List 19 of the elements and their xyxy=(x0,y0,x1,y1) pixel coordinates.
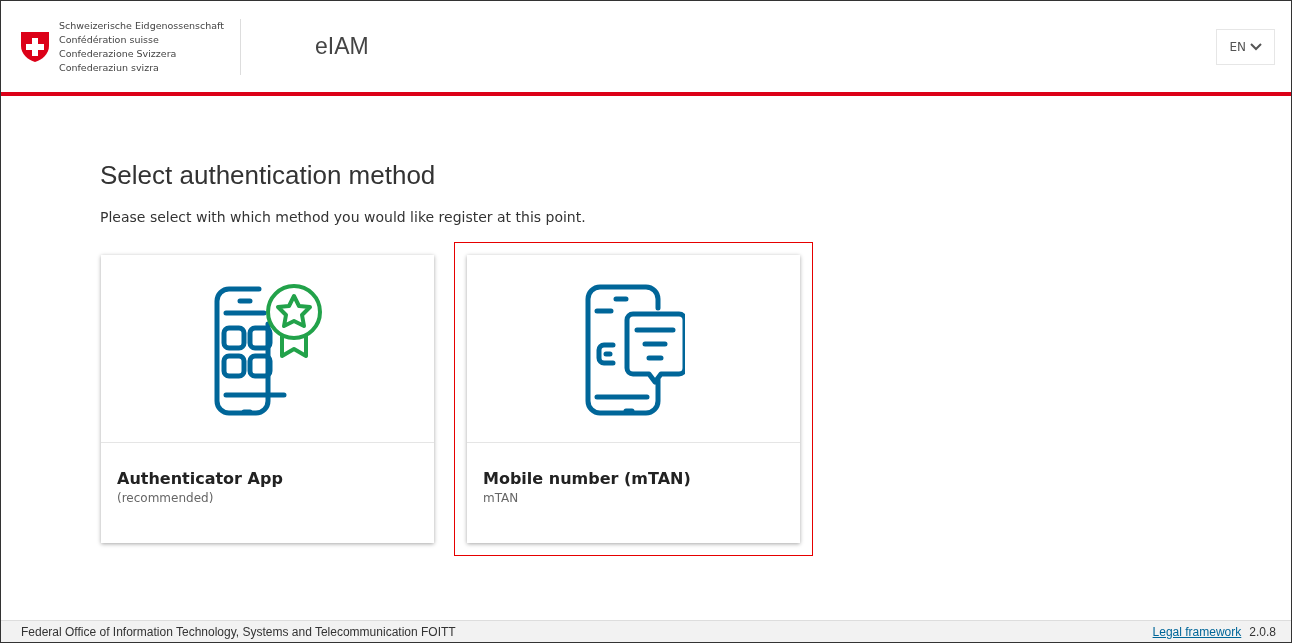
page-title: Select authentication method xyxy=(100,160,437,191)
legal-framework-link[interactable]: Legal framework xyxy=(1152,624,1242,639)
swiss-cross-logo xyxy=(20,30,50,63)
method-subtitle: mTAN xyxy=(483,491,520,505)
federation-name: Confederazione Svizzera xyxy=(59,46,178,61)
office-name: Federal Office of Information Technology, Systems and Telecommunication FOITT xyxy=(21,624,456,639)
version-number: 2.0.8 xyxy=(1249,624,1276,639)
chevron-down-icon xyxy=(1250,42,1262,51)
method-title: Mobile number (mTAN) xyxy=(483,469,692,488)
app-name: eIAM xyxy=(315,33,369,60)
federation-name: Confédération suisse xyxy=(59,32,160,47)
language-selector[interactable]: EN xyxy=(1216,28,1275,65)
federation-name: Schweizerische Eidgenossenschaft xyxy=(59,18,225,33)
federation-name: Confederaziun svizra xyxy=(59,60,160,75)
method-subtitle: (recommended) xyxy=(117,491,215,505)
page-description: Please select with which method you would like register at this point. xyxy=(100,209,587,225)
method-card[interactable]: Mobile number (mTAN) mTAN xyxy=(467,255,800,543)
method-title: Authenticator App xyxy=(117,469,284,488)
method-card[interactable]: Authenticator App (recommended) xyxy=(101,255,434,543)
